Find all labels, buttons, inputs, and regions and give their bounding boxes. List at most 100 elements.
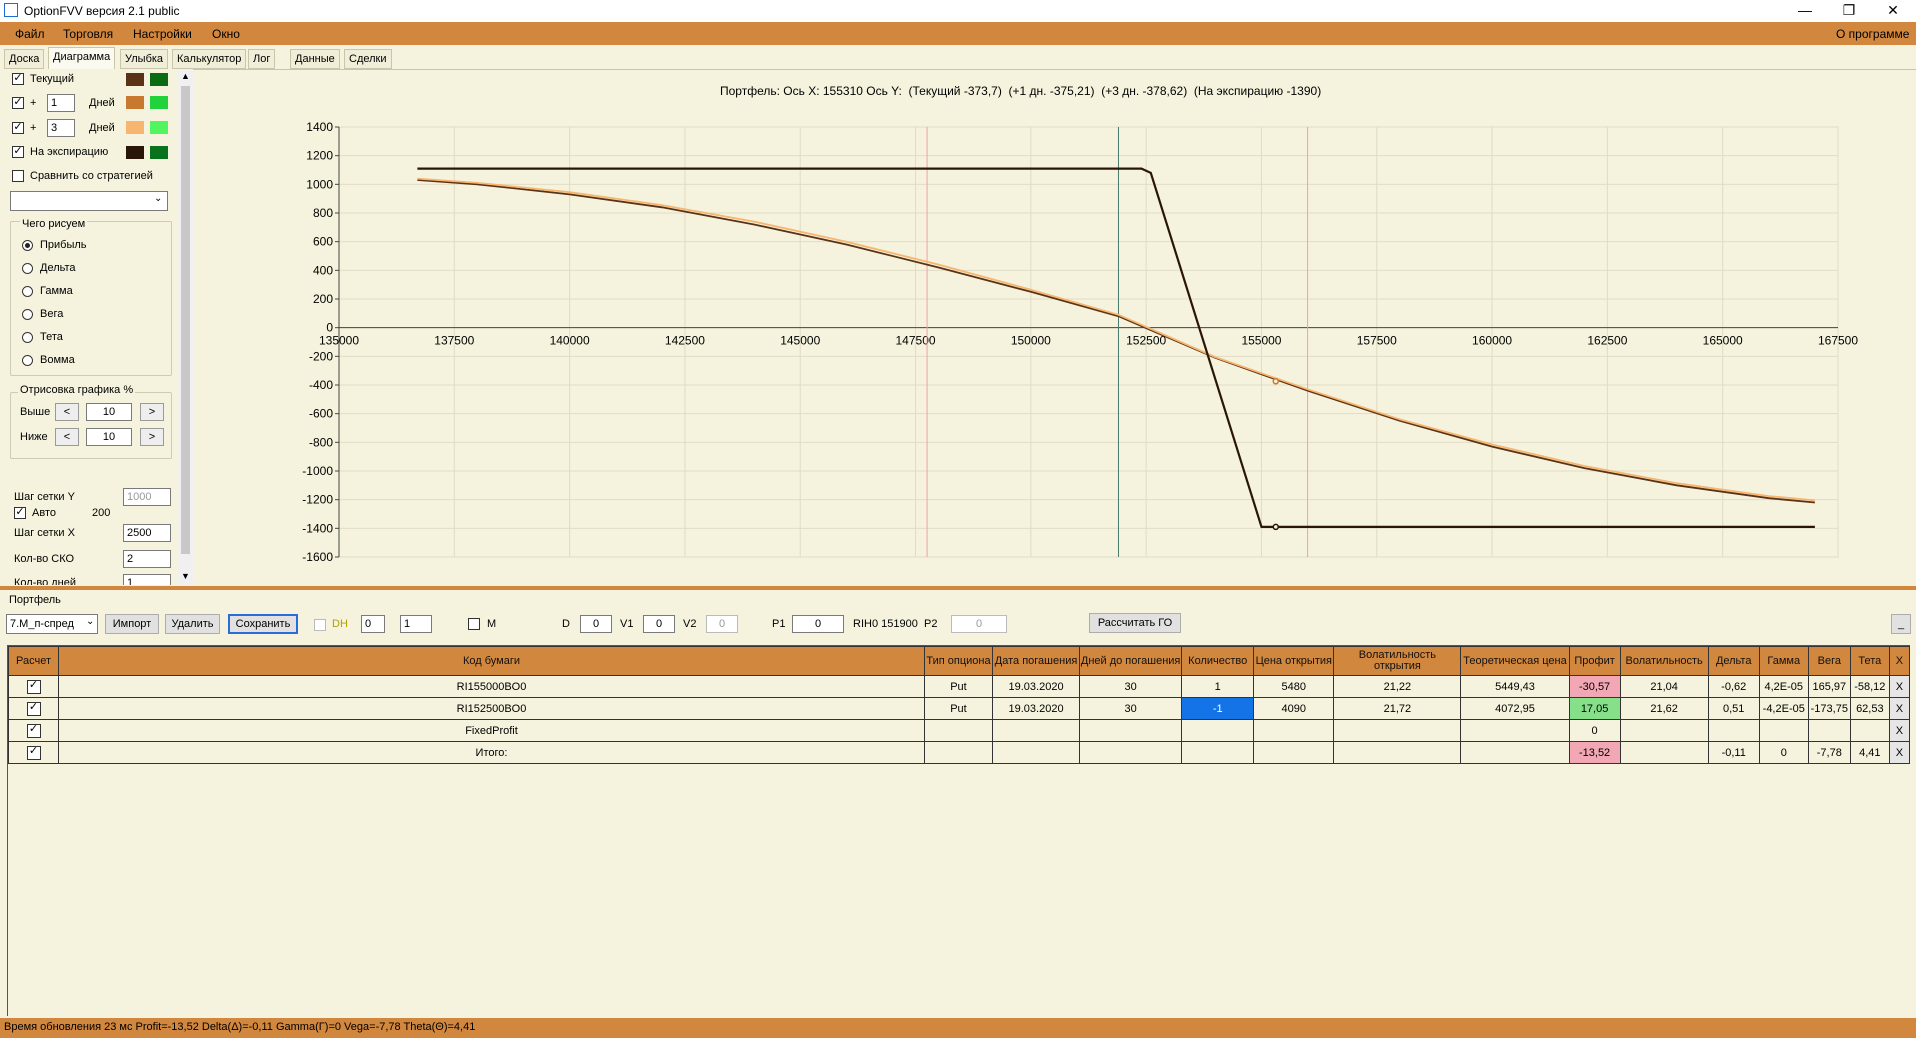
calc-checkbox[interactable]: ✓ (26, 680, 41, 694)
p1-input[interactable]: 0 (792, 615, 844, 633)
cell-qty[interactable] (1181, 719, 1255, 742)
cell-vol_open[interactable] (1333, 719, 1462, 742)
calc-checkbox[interactable]: ✓ (26, 746, 41, 760)
col-header[interactable]: Вега (1807, 646, 1851, 676)
cell-x[interactable]: X (1888, 741, 1911, 764)
dh-spinner-1[interactable]: 0 (361, 615, 385, 633)
cell-vol[interactable]: 21,62 (1619, 697, 1709, 720)
table-row[interactable]: ✓ RI155000BO0 Put 19.03.2020 30 1 5480 21,22 544… (7, 675, 1911, 698)
col-header[interactable]: Гамма (1758, 646, 1809, 676)
cell-date[interactable] (992, 719, 1081, 742)
cell-x[interactable]: X (1888, 675, 1911, 698)
cell-days[interactable] (1079, 719, 1183, 742)
panel-splitter[interactable] (0, 586, 1916, 590)
cell-theo[interactable]: 4072,95 (1460, 697, 1570, 720)
col-header[interactable]: Дата погашения (992, 646, 1081, 676)
import-button[interactable]: Импорт (105, 614, 159, 634)
cell-check[interactable]: ✓ (7, 719, 60, 742)
col-header[interactable]: Дельта (1707, 646, 1760, 676)
cell-theo[interactable]: 5449,43 (1460, 675, 1570, 698)
cell-days[interactable] (1079, 741, 1183, 764)
cell-x[interactable]: X (1888, 719, 1911, 742)
cell-code[interactable]: Итого: (58, 741, 925, 764)
cell-open[interactable] (1253, 719, 1335, 742)
cell-delta[interactable] (1707, 719, 1760, 742)
cell-qty[interactable]: 1 (1181, 675, 1255, 698)
col-header[interactable]: Волатильность открытия (1333, 646, 1462, 676)
cell-delta[interactable]: 0,51 (1707, 697, 1760, 720)
table-row[interactable]: ✓ Итого: -13,52 -0,11 0 -7,78 4,41 X (7, 741, 1911, 764)
cell-gamma[interactable]: -4,2E-05 (1758, 697, 1809, 720)
calc-checkbox[interactable]: ✓ (26, 724, 41, 738)
cell-vol_open[interactable]: 21,72 (1333, 697, 1462, 720)
save-button[interactable]: Сохранить (228, 614, 298, 634)
payoff-chart[interactable]: 135000 137500 140000 142500 145000 147500 1500… (0, 0, 1916, 586)
col-header[interactable]: Цена открытия (1253, 646, 1335, 676)
cell-code[interactable]: FixedProfit (58, 719, 925, 742)
d-input[interactable]: 0 (580, 615, 612, 633)
cell-theo[interactable] (1460, 741, 1570, 764)
cell-vega[interactable]: -173,75 (1807, 697, 1851, 720)
cell-vega[interactable]: 165,97 (1807, 675, 1851, 698)
col-header[interactable]: Профит (1568, 646, 1621, 676)
delete-button[interactable]: Удалить (165, 614, 220, 634)
cell-date[interactable]: 19.03.2020 (992, 675, 1081, 698)
v2-input[interactable]: 0 (706, 615, 738, 633)
cell-vega[interactable]: -7,78 (1807, 741, 1851, 764)
col-header[interactable]: X (1888, 646, 1911, 676)
cell-check[interactable]: ✓ (7, 675, 60, 698)
calc-go-button[interactable]: Рассчитать ГО (1089, 613, 1181, 633)
cell-type[interactable] (923, 719, 994, 742)
dh-spinner-2[interactable]: 1 (400, 615, 432, 633)
cell-type[interactable] (923, 741, 994, 764)
cell-theta[interactable] (1849, 719, 1890, 742)
cell-gamma[interactable] (1758, 719, 1809, 742)
cell-vol_open[interactable]: 21,22 (1333, 675, 1462, 698)
calc-checkbox[interactable]: ✓ (26, 702, 41, 716)
col-header[interactable]: Теоретическая цена (1460, 646, 1570, 676)
cell-vega[interactable] (1807, 719, 1851, 742)
cell-code[interactable]: RI152500BO0 (58, 697, 925, 720)
cell-delta[interactable]: -0,11 (1707, 741, 1760, 764)
cell-theo[interactable] (1460, 719, 1570, 742)
cell-open[interactable] (1253, 741, 1335, 764)
col-header[interactable]: Тип опциона (923, 646, 994, 676)
cell-days[interactable]: 30 (1079, 675, 1183, 698)
dh-checkbox[interactable] (314, 619, 326, 631)
cell-vol[interactable] (1619, 719, 1709, 742)
cell-theta[interactable]: 4,41 (1849, 741, 1890, 764)
cell-check[interactable]: ✓ (7, 741, 60, 764)
cell-type[interactable]: Put (923, 697, 994, 720)
cell-vol[interactable]: 21,04 (1619, 675, 1709, 698)
portfolio-minimize-button[interactable]: _ (1891, 614, 1911, 634)
cell-profit[interactable]: -30,57 (1568, 675, 1621, 698)
cell-days[interactable]: 30 (1079, 697, 1183, 720)
col-header[interactable]: Расчет (7, 646, 60, 676)
col-header[interactable]: Дней до погашения (1079, 646, 1183, 676)
portfolio-select[interactable]: 7.М_п-спред (6, 614, 98, 634)
col-header[interactable]: Количество (1181, 646, 1255, 676)
table-row[interactable]: ✓ RI152500BO0 Put 19.03.2020 30 -1 4090 21,72 40… (7, 697, 1911, 720)
cell-open[interactable]: 4090 (1253, 697, 1335, 720)
col-header[interactable]: Код бумаги (58, 646, 925, 676)
cell-type[interactable]: Put (923, 675, 994, 698)
col-header[interactable]: Волатильность (1619, 646, 1709, 676)
cell-open[interactable]: 5480 (1253, 675, 1335, 698)
cell-profit[interactable]: 0 (1568, 719, 1621, 742)
cell-gamma[interactable]: 4,2E-05 (1758, 675, 1809, 698)
cell-theta[interactable]: -58,12 (1849, 675, 1890, 698)
cell-vol_open[interactable] (1333, 741, 1462, 764)
cell-profit[interactable]: 17,05 (1568, 697, 1621, 720)
table-row[interactable]: ✓ FixedProfit 0 X (7, 719, 1911, 742)
cell-qty[interactable]: -1 (1181, 697, 1255, 720)
v1-input[interactable]: 0 (643, 615, 675, 633)
m-checkbox[interactable] (468, 618, 480, 630)
cell-check[interactable]: ✓ (7, 697, 60, 720)
p2-input[interactable]: 0 (951, 615, 1007, 633)
cell-profit[interactable]: -13,52 (1568, 741, 1621, 764)
chevron-down-icon[interactable]: ⌄ (86, 616, 94, 627)
cell-delta[interactable]: -0,62 (1707, 675, 1760, 698)
cell-x[interactable]: X (1888, 697, 1911, 720)
cell-theta[interactable]: 62,53 (1849, 697, 1890, 720)
cell-gamma[interactable]: 0 (1758, 741, 1809, 764)
